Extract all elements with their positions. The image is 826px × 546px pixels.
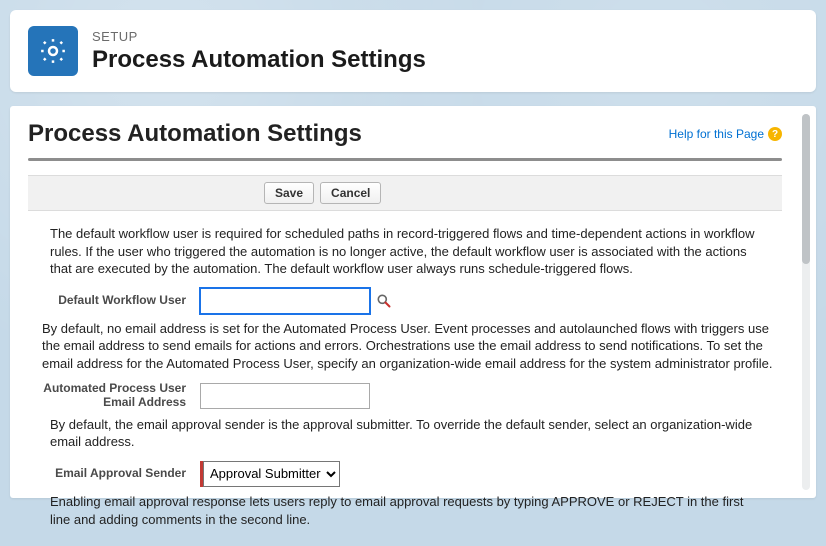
save-button[interactable]: Save (264, 182, 314, 204)
automated-process-email-row: Automated Process User Email Address (28, 382, 788, 410)
help-icon: ? (768, 127, 782, 141)
email-approval-description: By default, the email approval sender is… (50, 416, 766, 451)
enable-email-description: Enabling email approval response lets us… (50, 493, 766, 528)
email-approval-sender-select[interactable]: Approval Submitter (203, 461, 340, 487)
settings-panel: Process Automation Settings Help for thi… (10, 106, 816, 498)
button-bar: Save Cancel (28, 175, 782, 211)
default-workflow-user-input[interactable] (200, 288, 370, 314)
header-title: Process Automation Settings (92, 46, 426, 74)
help-link-label: Help for this Page (669, 127, 764, 141)
page-title: Process Automation Settings (28, 120, 362, 148)
cancel-button[interactable]: Cancel (320, 182, 381, 204)
lookup-icon[interactable] (376, 293, 392, 309)
default-workflow-user-row: Default Workflow User (28, 288, 788, 314)
automated-process-email-input[interactable] (200, 383, 370, 409)
gear-icon (28, 26, 78, 76)
scrollbar-thumb[interactable] (802, 114, 810, 264)
email-approval-sender-row: Email Approval Sender Approval Submitter (28, 461, 788, 487)
email-approval-sender-label: Email Approval Sender (28, 467, 200, 481)
automated-process-email-label: Automated Process User Email Address (28, 382, 200, 410)
setup-header: SETUP Process Automation Settings (10, 10, 816, 92)
automated-process-description: By default, no email address is set for … (42, 320, 774, 373)
scrollbar[interactable] (802, 114, 810, 490)
help-link[interactable]: Help for this Page ? (669, 127, 782, 141)
divider (28, 158, 782, 161)
default-workflow-user-label: Default Workflow User (28, 294, 200, 308)
header-supertitle: SETUP (92, 29, 426, 44)
default-workflow-description: The default workflow user is required fo… (50, 225, 766, 278)
